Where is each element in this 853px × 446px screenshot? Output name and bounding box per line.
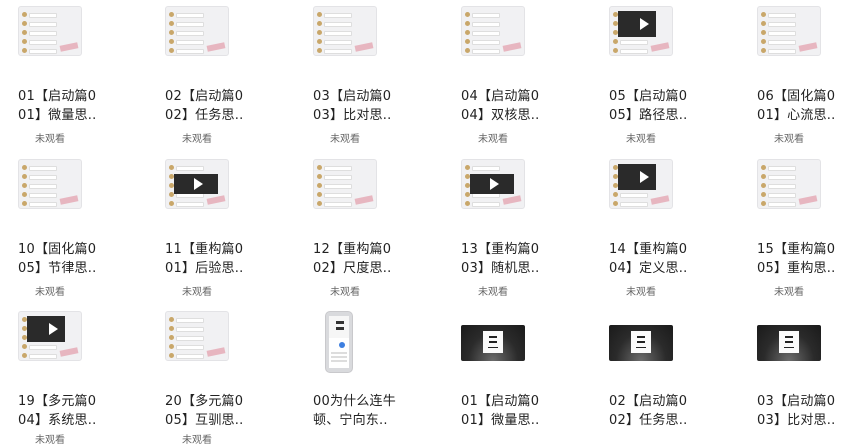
watch-status: 未观看: [182, 134, 212, 145]
watch-status: 未观看: [774, 287, 804, 298]
video-title[interactable]: 20【多元篇0 05】互驯思..: [165, 392, 285, 430]
video-title-line2: 04】定义思..: [609, 261, 688, 276]
video-title[interactable]: 00为什么连牛 顿、宁向东..: [313, 392, 433, 430]
video-title-line2: 05】互驯思..: [165, 413, 244, 428]
watch-status: 未观看: [35, 435, 65, 446]
video-thumbnail[interactable]: [313, 6, 377, 56]
video-grid: 01【启动篇0 01】微量思.. 未观看 02【启动篇0 02】任务思.. 未观看 03【启…: [0, 0, 853, 446]
video-thumbnail[interactable]: [165, 311, 229, 361]
video-title[interactable]: 02【启动篇0 02】任务思..: [609, 392, 729, 430]
video-title-line2: 01】心流思..: [757, 108, 836, 123]
video-title-line2: 05】路径思..: [609, 108, 688, 123]
video-title-line1: 00为什么连牛: [313, 394, 396, 409]
video-title-line1: 02【启动篇0: [609, 394, 688, 409]
video-title[interactable]: 12【重构篇0 02】尺度思..: [313, 240, 433, 278]
watch-status: 未观看: [35, 134, 65, 145]
video-thumbnail[interactable]: [461, 325, 525, 361]
video-thumbnail[interactable]: [461, 159, 525, 209]
video-title[interactable]: 02【启动篇0 02】任务思..: [165, 87, 285, 125]
video-title[interactable]: 03【启动篇0 03】比对思..: [313, 87, 433, 125]
video-title[interactable]: 14【重构篇0 04】定义思..: [609, 240, 729, 278]
video-title-line1: 01【启动篇0: [18, 89, 97, 104]
video-title[interactable]: 19【多元篇0 04】系统思..: [18, 392, 138, 430]
video-title[interactable]: 03【启动篇0 03】比对思..: [757, 392, 853, 430]
watch-status: 未观看: [35, 287, 65, 298]
watch-status: 未观看: [626, 287, 656, 298]
video-title[interactable]: 13【重构篇0 03】随机思..: [461, 240, 581, 278]
watch-status: 未观看: [478, 287, 508, 298]
video-title-line2: 03】比对思..: [757, 413, 836, 428]
video-thumbnail[interactable]: [757, 6, 821, 56]
video-title-line1: 20【多元篇0: [165, 394, 244, 409]
video-title-line2: 04】系统思..: [18, 413, 97, 428]
video-title[interactable]: 15【重构篇0 05】重构思..: [757, 240, 853, 278]
video-title-line1: 06【固化篇0: [757, 89, 836, 104]
video-title-line1: 14【重构篇0: [609, 242, 688, 257]
video-title-line1: 11【重构篇0: [165, 242, 244, 257]
video-title-line2: 04】双核思..: [461, 108, 540, 123]
watch-status: 未观看: [330, 287, 360, 298]
video-thumbnail[interactable]: [461, 6, 525, 56]
video-title-line2: 05】节律思..: [18, 261, 97, 276]
video-thumbnail[interactable]: [609, 159, 673, 209]
video-title-line2: 01】后验思..: [165, 261, 244, 276]
video-thumbnail[interactable]: [609, 6, 673, 56]
video-title-line2: 03】随机思..: [461, 261, 540, 276]
video-title-line2: 03】比对思..: [313, 108, 392, 123]
video-title[interactable]: 05【启动篇0 05】路径思..: [609, 87, 729, 125]
video-title-line1: 05【启动篇0: [609, 89, 688, 104]
watch-status: 未观看: [182, 435, 212, 446]
video-title-line1: 04【启动篇0: [461, 89, 540, 104]
video-thumbnail[interactable]: [325, 311, 353, 373]
video-title-line2: 01】微量思..: [461, 413, 540, 428]
video-title-line1: 03【启动篇0: [757, 394, 836, 409]
video-title-line2: 01】微量思..: [18, 108, 97, 123]
video-title-line1: 03【启动篇0: [313, 89, 392, 104]
video-title-line2: 05】重构思..: [757, 261, 836, 276]
video-title[interactable]: 01【启动篇0 01】微量思..: [461, 392, 581, 430]
video-thumbnail[interactable]: [18, 159, 82, 209]
video-thumbnail[interactable]: [757, 159, 821, 209]
video-title-line2: 02】尺度思..: [313, 261, 392, 276]
video-title-line1: 10【固化篇0: [18, 242, 97, 257]
video-thumbnail[interactable]: [313, 159, 377, 209]
video-thumbnail[interactable]: [757, 325, 821, 361]
video-thumbnail[interactable]: [165, 6, 229, 56]
video-title[interactable]: 10【固化篇0 05】节律思..: [18, 240, 138, 278]
watch-status: 未观看: [330, 134, 360, 145]
watch-status: 未观看: [774, 134, 804, 145]
video-title-line2: 02】任务思..: [165, 108, 244, 123]
video-title-line2: 顿、宁向东..: [313, 413, 388, 428]
video-title-line1: 13【重构篇0: [461, 242, 540, 257]
video-title[interactable]: 11【重构篇0 01】后验思..: [165, 240, 285, 278]
video-thumbnail[interactable]: [18, 311, 82, 361]
video-title-line1: 01【启动篇0: [461, 394, 540, 409]
video-thumbnail[interactable]: [18, 6, 82, 56]
video-title-line1: 15【重构篇0: [757, 242, 836, 257]
watch-status: 未观看: [478, 134, 508, 145]
video-title[interactable]: 01【启动篇0 01】微量思..: [18, 87, 138, 125]
video-thumbnail[interactable]: [165, 159, 229, 209]
video-title[interactable]: 04【启动篇0 04】双核思..: [461, 87, 581, 125]
video-title-line1: 12【重构篇0: [313, 242, 392, 257]
video-title-line1: 19【多元篇0: [18, 394, 97, 409]
watch-status: 未观看: [182, 287, 212, 298]
video-title-line1: 02【启动篇0: [165, 89, 244, 104]
video-title-line2: 02】任务思..: [609, 413, 688, 428]
watch-status: 未观看: [626, 134, 656, 145]
video-title[interactable]: 06【固化篇0 01】心流思..: [757, 87, 853, 125]
video-thumbnail[interactable]: [609, 325, 673, 361]
